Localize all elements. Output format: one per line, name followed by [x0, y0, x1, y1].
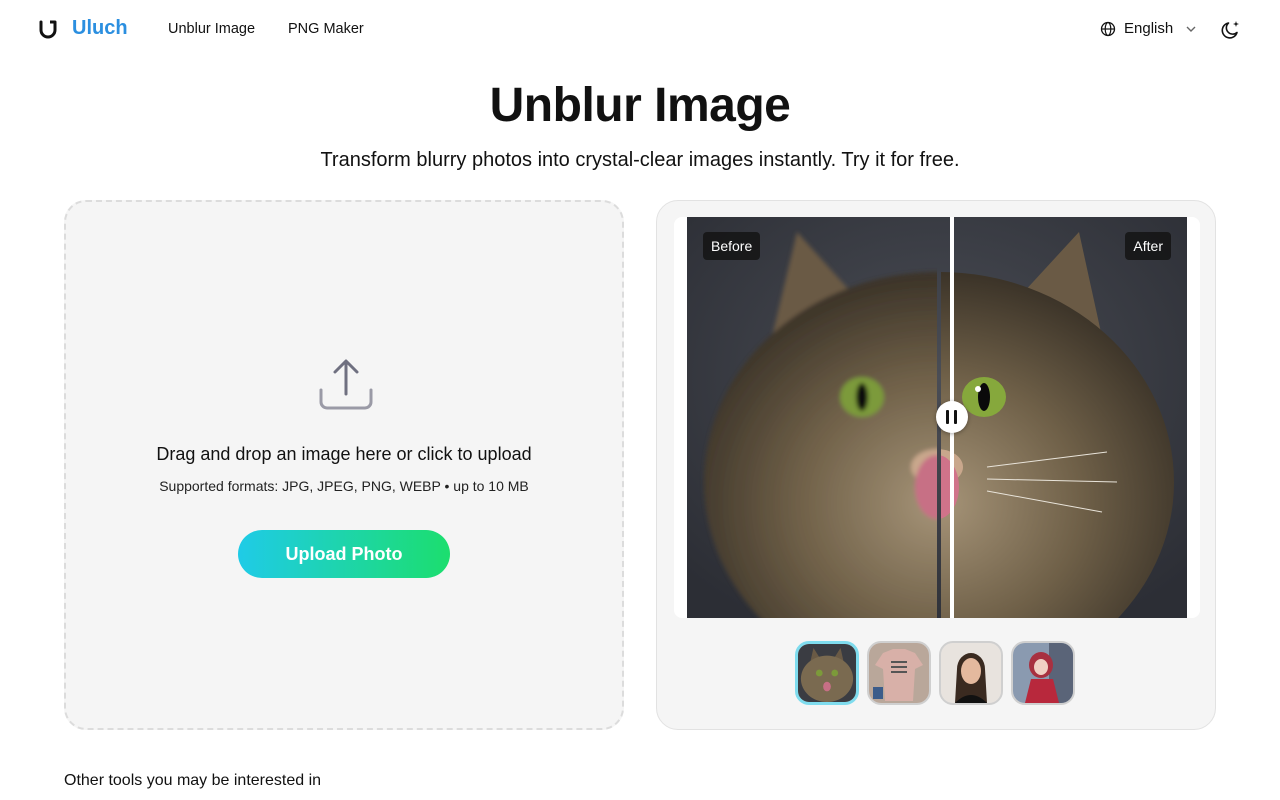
- chevron-down-icon: [1186, 26, 1196, 32]
- nav-unblur-image[interactable]: Unblur Image: [168, 21, 255, 37]
- upload-icon: [319, 359, 373, 410]
- pause-icon[interactable]: [936, 401, 968, 433]
- upload-dropzone[interactable]: Drag and drop an image here or click to …: [64, 200, 624, 730]
- upload-instructions: Drag and drop an image here or click to …: [156, 444, 532, 464]
- comparison-image: Before After: [687, 217, 1187, 618]
- globe-icon: [1100, 21, 1116, 36]
- language-selector[interactable]: English: [1100, 20, 1197, 37]
- after-label: After: [1125, 232, 1171, 260]
- thumbnail-anime-girl[interactable]: [1011, 641, 1075, 705]
- thumbnail-t-shirt[interactable]: [867, 641, 931, 705]
- site-header: Uluch Unblur Image PNG Maker English: [0, 0, 1280, 60]
- page-title: Unblur Image: [489, 79, 791, 132]
- uluch-logo-icon[interactable]: [38, 19, 58, 39]
- before-label: Before: [703, 232, 761, 260]
- nav-png-maker[interactable]: PNG Maker: [288, 21, 364, 37]
- page-subtitle: Transform blurry photos into crystal-cle…: [320, 149, 960, 171]
- thumbnail-woman-portrait[interactable]: [939, 641, 1003, 705]
- thumbnail-cat[interactable]: [795, 641, 859, 705]
- comparison-viewer[interactable]: Before After: [674, 217, 1200, 618]
- other-tools-heading: Other tools you may be interested in: [64, 772, 322, 789]
- sample-thumbnails: [795, 641, 1079, 705]
- moon-sparkle-icon[interactable]: [1220, 19, 1242, 41]
- before-after-comparison: Before After: [656, 200, 1216, 730]
- upload-photo-button[interactable]: Upload Photo: [238, 530, 450, 578]
- supported-formats: Supported formats: JPG, JPEG, PNG, WEBP …: [159, 478, 529, 494]
- brand-name[interactable]: Uluch: [72, 17, 128, 40]
- language-label: English: [1124, 20, 1174, 37]
